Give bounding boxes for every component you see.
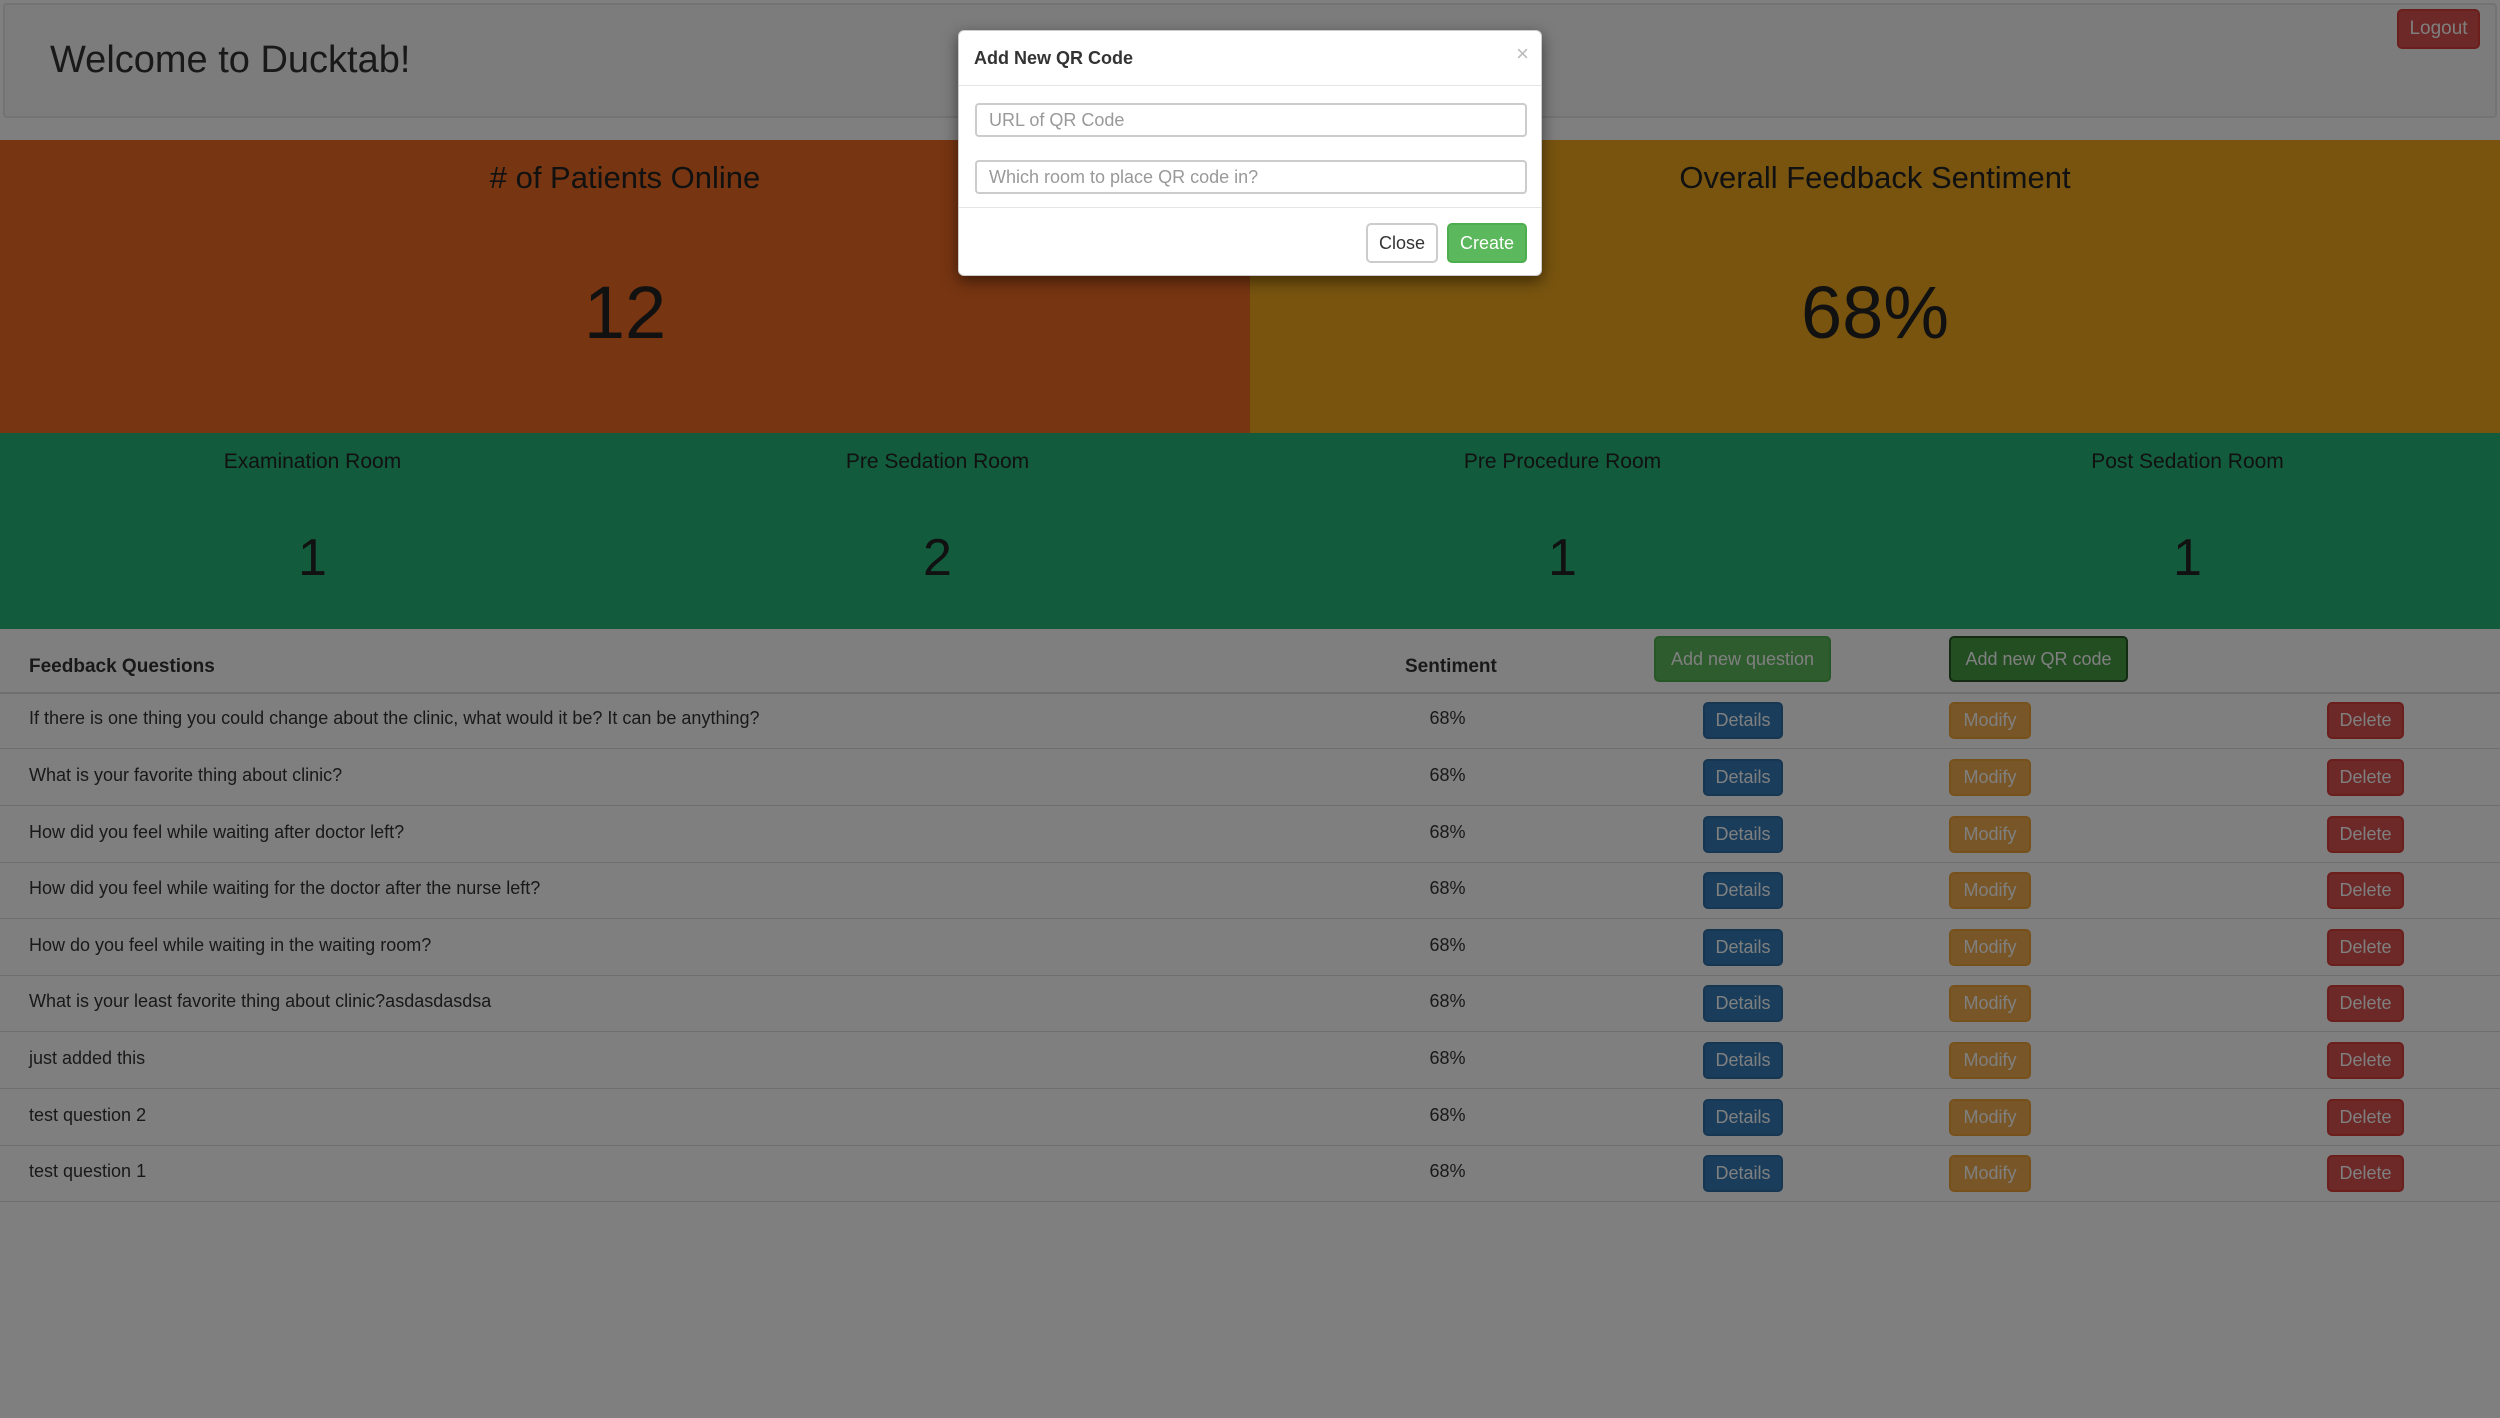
qr-room-input[interactable] <box>975 160 1527 194</box>
close-button[interactable]: Close <box>1366 223 1438 263</box>
create-button[interactable]: Create <box>1447 223 1527 263</box>
modal-header: Add New QR Code × <box>959 31 1541 86</box>
add-qr-code-modal: Add New QR Code × Close Create <box>958 30 1542 276</box>
qr-url-input[interactable] <box>975 103 1527 137</box>
modal-footer: Close Create <box>959 207 1541 278</box>
modal-title: Add New QR Code <box>974 48 1134 68</box>
close-icon[interactable]: × <box>1516 43 1529 65</box>
dashboard-page: Welcome to Ducktab! Logout # of Patients… <box>0 0 2500 1418</box>
